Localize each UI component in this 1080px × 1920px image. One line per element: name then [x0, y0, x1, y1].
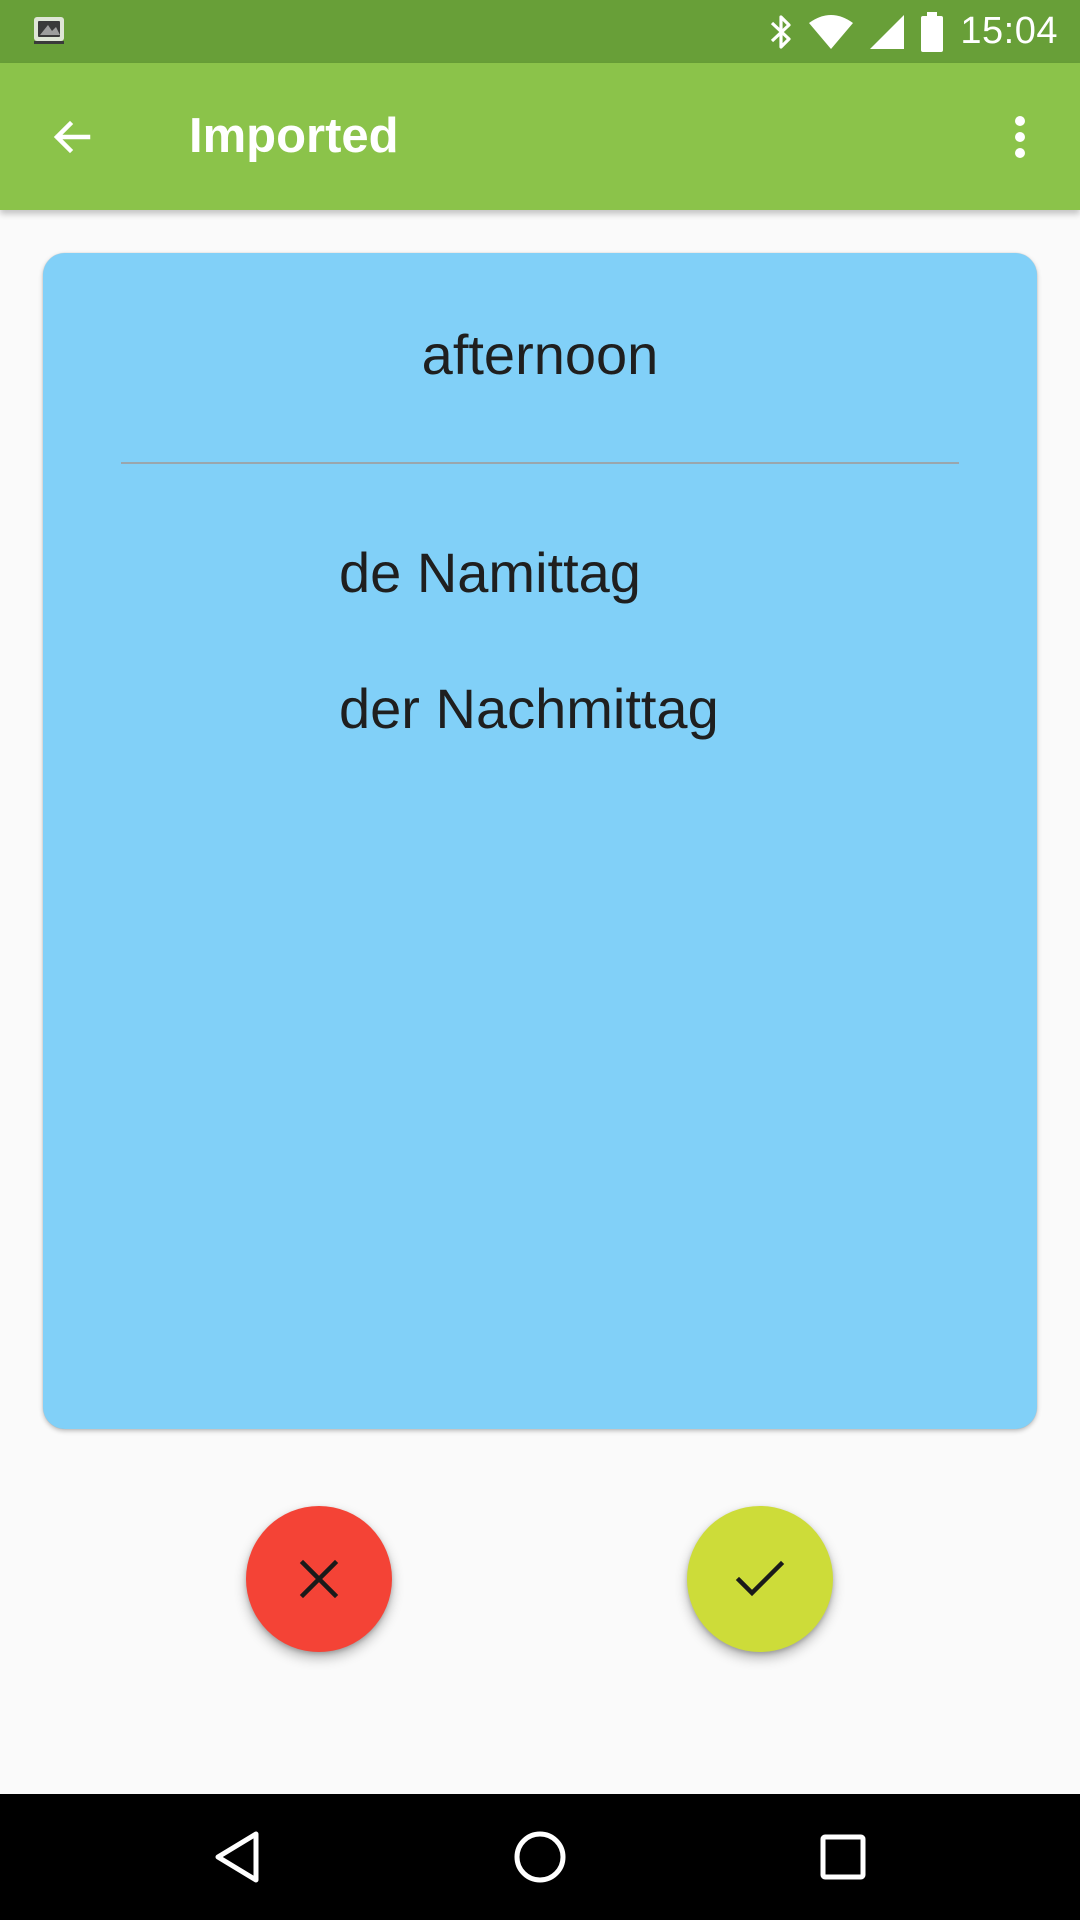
correct-answer-button[interactable]	[687, 1506, 833, 1652]
card-divider	[121, 462, 959, 464]
flashcard[interactable]	[43, 253, 1037, 1429]
page-title: Imported	[189, 109, 399, 163]
bluetooth-icon	[768, 12, 794, 52]
card-word: afternoon	[421, 323, 659, 386]
cell-signal-icon	[868, 13, 906, 51]
card-translation: der Nachmittag	[339, 677, 719, 740]
more-vert-icon	[1015, 116, 1025, 158]
recents-square-icon	[820, 1834, 866, 1880]
check-icon	[735, 1560, 785, 1597]
back-triangle-icon	[215, 1831, 259, 1883]
status-icons: 15:04	[754, 0, 1058, 63]
back-button[interactable]	[36, 101, 108, 173]
app-bar: Imported	[0, 63, 1080, 210]
app-notification-icon	[30, 13, 68, 47]
card-translation: de Namittag	[339, 541, 641, 604]
battery-icon	[920, 11, 944, 52]
arrow-back-icon	[53, 120, 91, 154]
wifi-icon	[808, 14, 854, 50]
close-icon	[299, 1559, 339, 1599]
status-bar: 15:04	[0, 0, 1080, 63]
nav-home-button[interactable]	[495, 1812, 585, 1902]
nav-back-button[interactable]	[192, 1812, 282, 1902]
home-circle-icon	[514, 1831, 566, 1883]
system-nav-bar	[0, 1794, 1080, 1920]
status-time: 15:04	[960, 10, 1058, 52]
nav-recents-button[interactable]	[798, 1812, 888, 1902]
wrong-answer-button[interactable]	[246, 1506, 392, 1652]
overflow-menu-button[interactable]	[984, 101, 1056, 173]
